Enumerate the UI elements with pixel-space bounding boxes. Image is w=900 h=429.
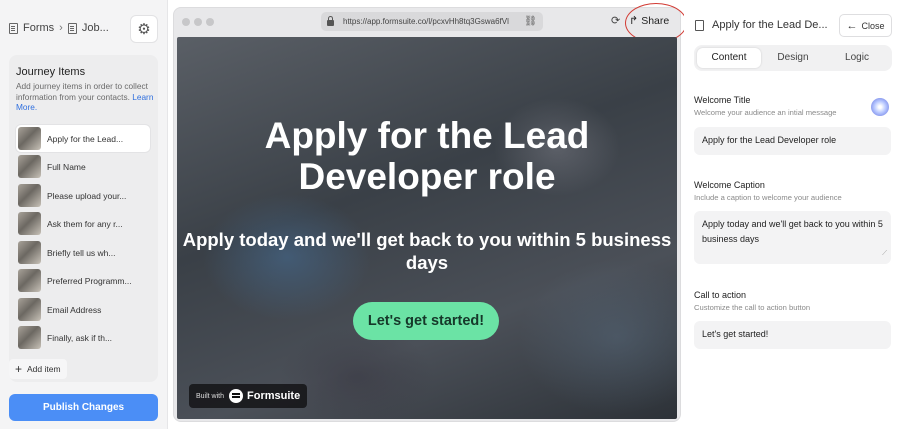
right-panel: Apply for the Lead De... ← Close Content… bbox=[684, 0, 900, 429]
item-thumbnail bbox=[18, 212, 41, 235]
forms-icon bbox=[9, 22, 18, 34]
journey-item-label: Briefly tell us wh... bbox=[47, 247, 116, 258]
left-panel: Forms › Job... ⚙ Journey Items Add journ… bbox=[0, 0, 168, 429]
window-dot-icon bbox=[182, 18, 190, 26]
welcome-caption-help: Include a caption to welcome your audien… bbox=[694, 193, 842, 202]
share-button[interactable]: ↱ Share bbox=[629, 14, 670, 28]
browser-preview-frame: https://app.formsuite.co/l/pcxvHh8tq3Gsw… bbox=[173, 3, 687, 422]
tab-design[interactable]: Design bbox=[761, 48, 825, 68]
welcome-title-label: Welcome Title bbox=[694, 95, 751, 105]
journey-item-label: Full Name bbox=[47, 161, 86, 172]
item-thumbnail bbox=[18, 269, 41, 292]
item-thumbnail bbox=[18, 326, 41, 349]
close-button[interactable]: ← Close bbox=[839, 14, 892, 37]
gear-icon: ⚙ bbox=[137, 21, 151, 38]
copy-link-icon[interactable]: ⛓ bbox=[524, 16, 537, 27]
window-dot-icon bbox=[206, 18, 214, 26]
get-started-button[interactable]: Let's get started! bbox=[353, 302, 499, 340]
refresh-icon[interactable]: ⟳ bbox=[611, 14, 620, 27]
journey-item-label: Apply for the Lead... bbox=[47, 133, 124, 144]
journey-item-label: Preferred Programm... bbox=[47, 275, 132, 286]
close-label: Close bbox=[861, 20, 885, 31]
journey-description: Add journey items in order to collect in… bbox=[16, 81, 154, 112]
tab-content[interactable]: Content bbox=[697, 48, 761, 68]
settings-button[interactable]: ⚙ bbox=[130, 15, 158, 43]
journey-item-label: Finally, ask if th... bbox=[47, 332, 113, 343]
resize-handle-icon[interactable]: ⟋ bbox=[882, 246, 887, 261]
document-icon bbox=[695, 19, 704, 31]
journey-item-label: Please upload your... bbox=[47, 190, 127, 201]
journey-item-4[interactable]: Ask them for any r... bbox=[16, 210, 150, 237]
panel-title: Apply for the Lead De... bbox=[712, 19, 828, 31]
window-controls bbox=[182, 18, 218, 26]
preview-subtitle: Apply today and we'll get back to you wi… bbox=[182, 229, 672, 273]
breadcrumb-forms[interactable]: Forms bbox=[23, 22, 54, 34]
panel-header: Apply for the Lead De... bbox=[695, 19, 835, 31]
breadcrumb: Forms › Job... bbox=[9, 22, 109, 34]
chevron-right-icon: › bbox=[59, 22, 63, 34]
journey-item-7[interactable]: Email Address bbox=[16, 296, 150, 323]
formsuite-logo-icon bbox=[229, 389, 244, 403]
item-thumbnail bbox=[18, 155, 41, 178]
arrow-left-icon: ← bbox=[846, 19, 858, 32]
document-icon bbox=[67, 22, 77, 34]
built-with-text: Built with bbox=[196, 392, 225, 400]
welcome-caption-text: Apply today and we'll get back to you wi… bbox=[702, 219, 883, 244]
publish-changes-button[interactable]: Publish Changes bbox=[9, 394, 158, 421]
journey-item-label: Email Address bbox=[47, 304, 102, 315]
url-bar[interactable]: https://app.formsuite.co/l/pcxvHh8tq3Gsw… bbox=[321, 12, 543, 31]
journey-items-panel: Journey Items Add journey items in order… bbox=[9, 55, 158, 382]
tab-logic[interactable]: Logic bbox=[825, 48, 889, 68]
item-thumbnail bbox=[18, 298, 41, 321]
journey-title: Journey Items bbox=[16, 66, 86, 78]
add-item-button[interactable]: + Add item bbox=[9, 359, 67, 379]
built-with-badge[interactable]: Built with Formsuite bbox=[189, 384, 308, 408]
plus-icon: + bbox=[15, 362, 23, 376]
journey-item-8[interactable]: Finally, ask if th... bbox=[16, 324, 150, 351]
call-to-action-field[interactable]: Let's get started! bbox=[694, 321, 891, 349]
journey-item-6[interactable]: Preferred Programm... bbox=[16, 267, 150, 294]
call-to-action-label: Call to action bbox=[694, 290, 747, 300]
welcome-caption-field[interactable]: Apply today and we'll get back to you wi… bbox=[694, 211, 891, 264]
window-dot-icon bbox=[194, 18, 202, 26]
preview-title: Apply for the Lead Developer role bbox=[264, 115, 590, 197]
panel-tabs: Content Design Logic bbox=[694, 45, 892, 71]
journey-item-3[interactable]: Please upload your... bbox=[16, 182, 150, 209]
journey-item-label: Ask them for any r... bbox=[47, 218, 123, 229]
item-thumbnail bbox=[18, 241, 41, 264]
add-item-label: Add item bbox=[27, 364, 61, 374]
lock-icon bbox=[327, 16, 334, 26]
item-thumbnail bbox=[18, 127, 41, 150]
welcome-title-field[interactable]: Apply for the Lead Developer role bbox=[694, 127, 891, 155]
form-preview: Apply for the Lead Developer role Apply … bbox=[177, 37, 677, 419]
journey-item-2[interactable]: Full Name bbox=[16, 153, 150, 180]
welcome-caption-label: Welcome Caption bbox=[694, 180, 765, 190]
ai-assist-icon[interactable] bbox=[871, 98, 889, 116]
share-arrow-icon: ↱ bbox=[629, 15, 639, 27]
url-text: https://app.formsuite.co/l/pcxvHh8tq3Gsw… bbox=[343, 17, 509, 26]
journey-item-5[interactable]: Briefly tell us wh... bbox=[16, 239, 150, 266]
item-thumbnail bbox=[18, 184, 41, 207]
breadcrumb-current[interactable]: Job... bbox=[82, 22, 109, 34]
share-label: Share bbox=[641, 14, 670, 27]
journey-item-1[interactable]: Apply for the Lead... bbox=[16, 125, 150, 152]
call-to-action-help: Customize the call to action button bbox=[694, 303, 811, 312]
brand-name: Formsuite bbox=[247, 390, 301, 402]
welcome-title-help: Welcome your audience an intial message bbox=[694, 108, 837, 117]
